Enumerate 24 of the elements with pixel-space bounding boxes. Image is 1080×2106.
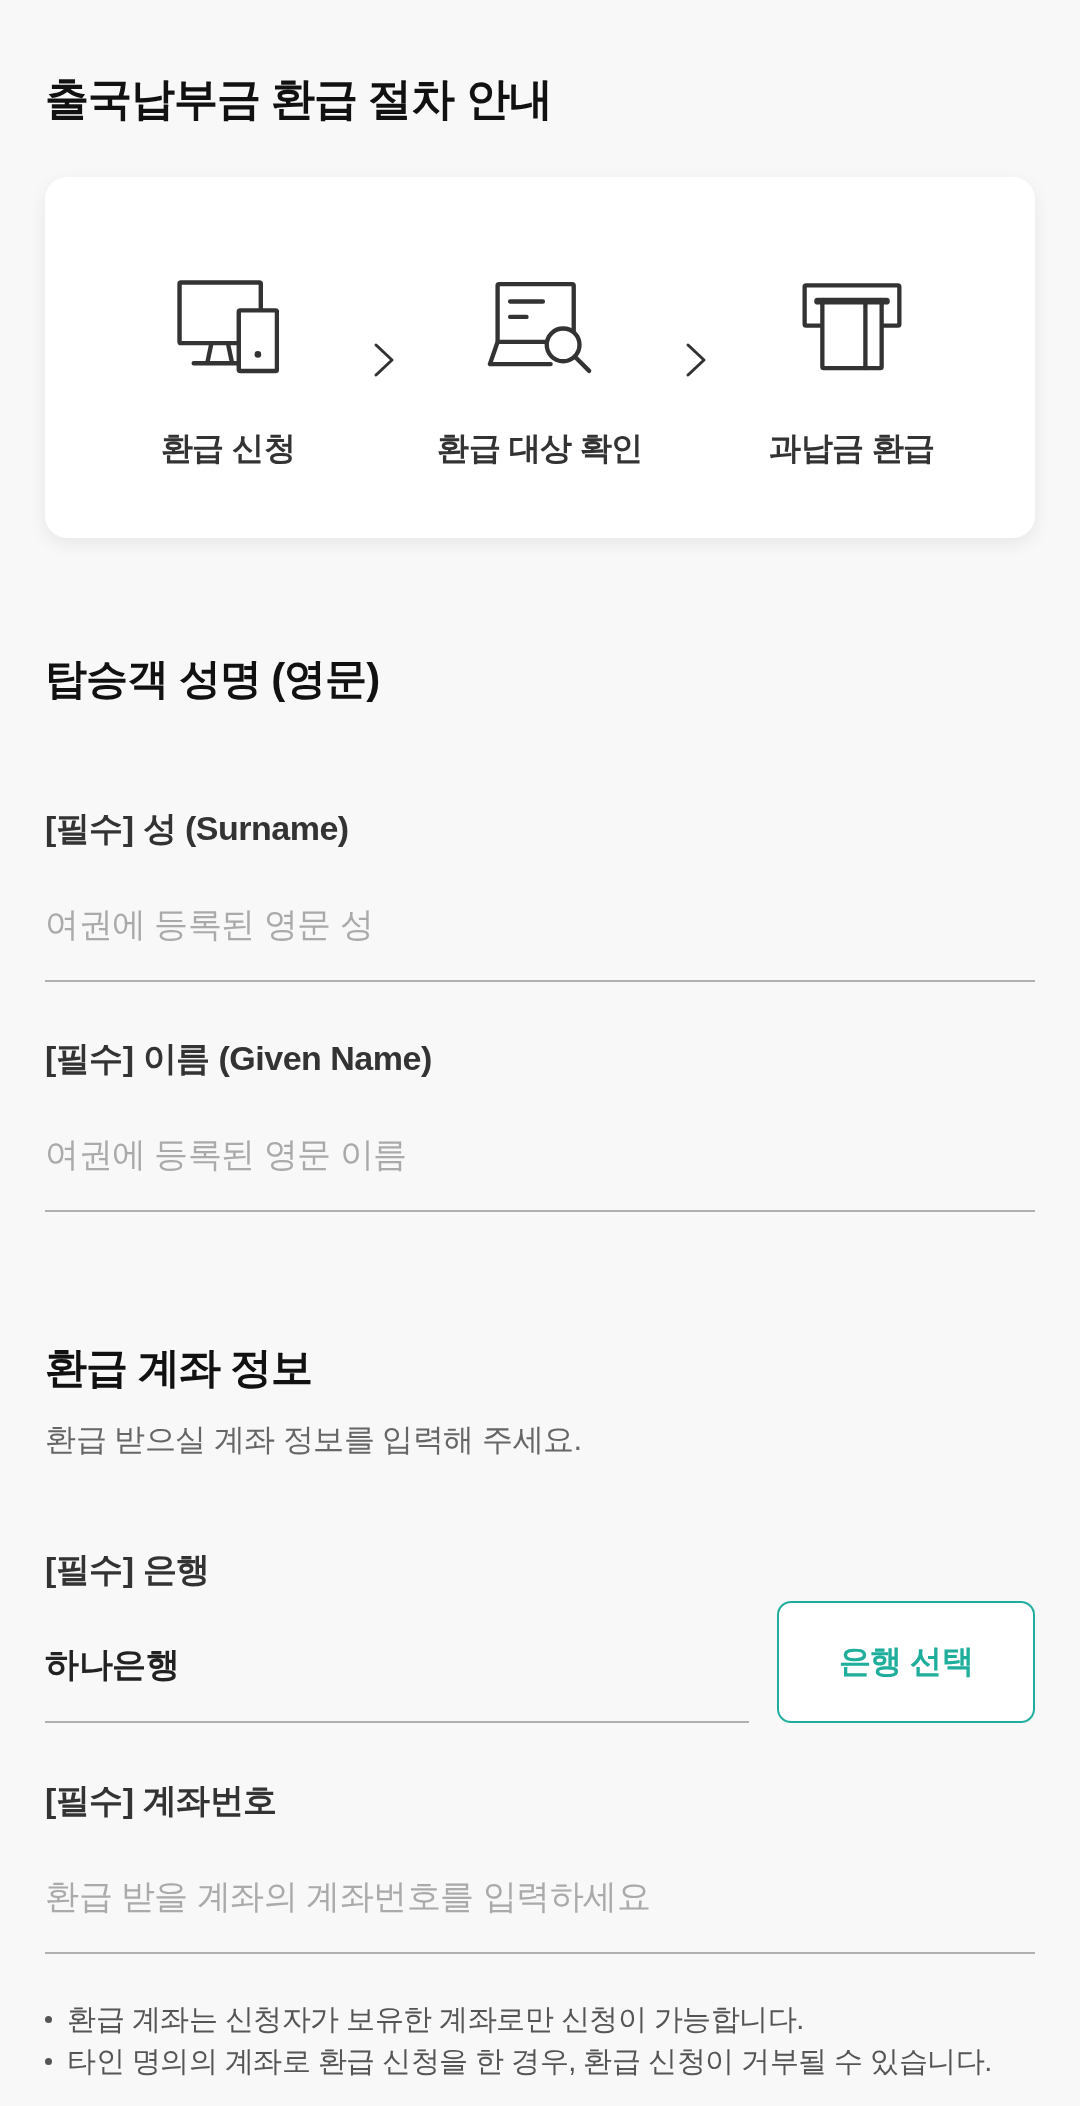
field-label: [필수] 성 (Surname) bbox=[45, 808, 350, 849]
chevron-right-icon bbox=[685, 342, 707, 378]
bullet-icon bbox=[45, 2015, 52, 2023]
input-field[interactable]: 여권에 등록된 영문 성 bbox=[45, 858, 1035, 982]
field-label: [필수] 은행 bbox=[45, 1549, 211, 1590]
section-description: 환급 받으실 계좌 정보를 입력해 주세요. bbox=[45, 1421, 583, 1459]
note-text: 환급 계좌는 신청자가 보유한 계좌로만 신청이 가능합니다. bbox=[67, 2002, 804, 2037]
step-label: 환급 신청 bbox=[160, 429, 296, 468]
document-search-icon bbox=[487, 280, 593, 374]
section-title: 탑승객 성명 (영문) bbox=[45, 654, 381, 704]
field-label: [필수] 이름 (Given Name) bbox=[45, 1038, 433, 1079]
input-field[interactable]: 환급 받을 계좌의 계좌번호를 입력하세요 bbox=[45, 1830, 1035, 1954]
note-text: 타인 명의의 계좌로 환급 신청을 한 경우, 환급 신청이 거부될 수 있습니다. bbox=[67, 2044, 992, 2079]
field-label: [필수] 계좌번호 bbox=[45, 1780, 278, 1821]
input-field[interactable]: 하나은행 bbox=[45, 1599, 749, 1723]
step-label: 환급 대상 확인 bbox=[437, 429, 643, 468]
card-slot-icon bbox=[802, 283, 902, 371]
step-label: 과납금 환급 bbox=[769, 429, 935, 468]
bullet-icon bbox=[45, 2057, 52, 2065]
section-title: 환급 계좌 정보 bbox=[45, 1343, 314, 1393]
input-field[interactable]: 여권에 등록된 영문 이름 bbox=[45, 1088, 1035, 1212]
page-title: 출국납부금 환급 절차 안내 bbox=[45, 73, 553, 125]
chevron-right-icon bbox=[373, 342, 395, 378]
monitor-phone-icon bbox=[177, 280, 279, 374]
